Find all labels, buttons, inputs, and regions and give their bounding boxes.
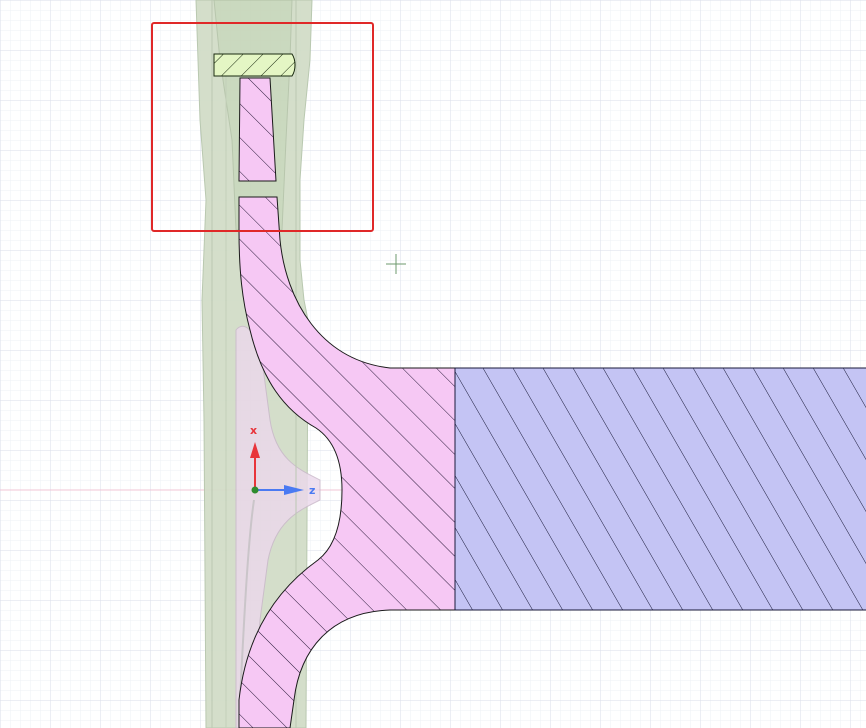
upper-rib-section[interactable]	[238, 77, 277, 182]
top-profile-section[interactable]	[213, 53, 296, 77]
section-view-canvas[interactable]: x z	[0, 0, 866, 728]
background-grid	[0, 0, 866, 728]
shaft-section[interactable]	[454, 367, 866, 611]
origin-point[interactable]	[251, 486, 259, 494]
cad-viewport[interactable]: x z	[0, 0, 866, 728]
z-axis-label: z	[309, 484, 315, 497]
x-axis-label: x	[250, 424, 257, 437]
